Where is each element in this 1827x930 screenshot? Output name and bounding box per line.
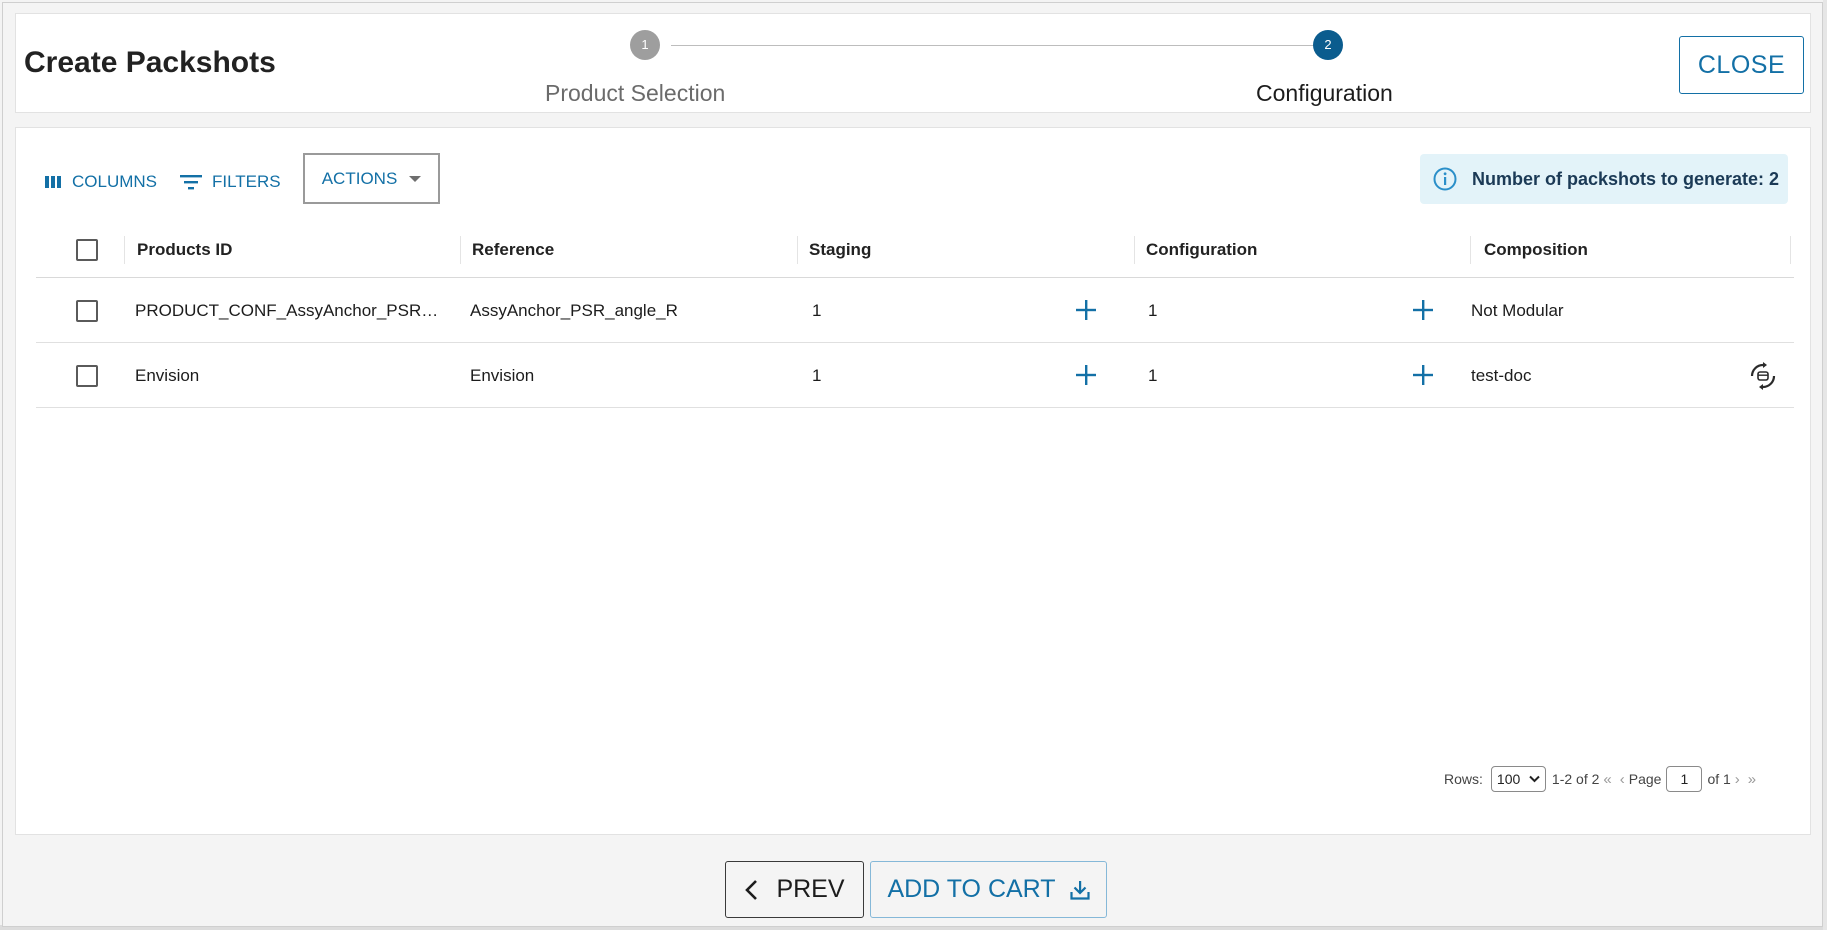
column-separator [124, 236, 125, 264]
row-checkbox[interactable] [76, 300, 98, 322]
column-separator [1134, 236, 1135, 264]
page-total-label: of 1 [1707, 771, 1731, 787]
column-separator [797, 236, 798, 264]
add-configuration-icon[interactable] [1412, 299, 1434, 321]
add-to-cart-label: ADD TO CART [887, 875, 1056, 903]
cell-product-id: Envision [135, 365, 200, 385]
dialog-header: Create Packshots 1 2 Product Selection C… [15, 13, 1811, 113]
configuration-panel: COLUMNS FILTERS ACTIONS Number of packsh… [15, 127, 1811, 835]
cell-product-id: PRODUCT_CONF_AssyAnchor_PSR… [135, 300, 439, 320]
column-header-configuration[interactable]: Configuration [1146, 222, 1257, 278]
cell-composition: test-doc [1471, 365, 1532, 385]
column-header-staging[interactable]: Staging [809, 222, 871, 278]
prev-button[interactable]: PREV [725, 861, 864, 918]
table-header: Products ID Reference Staging Configurat… [36, 222, 1794, 278]
cell-configuration: 1 [1148, 365, 1158, 385]
cell-staging: 1 [812, 365, 822, 385]
cell-reference: Envision [470, 365, 535, 385]
cell-staging: 1 [812, 300, 822, 320]
columns-icon [45, 176, 61, 188]
table-row[interactable]: PRODUCT_CONF_AssyAnchor_PSR… AssyAnchor_… [36, 278, 1794, 343]
step-2-indicator[interactable]: 2 [1313, 30, 1343, 60]
first-page-icon[interactable]: « [1603, 771, 1611, 788]
step-2-label[interactable]: Configuration [1256, 80, 1393, 107]
last-page-icon[interactable]: » [1748, 771, 1756, 788]
row-checkbox[interactable] [76, 365, 98, 387]
next-page-icon[interactable]: › [1735, 771, 1740, 788]
column-separator [1790, 236, 1791, 264]
columns-label: COLUMNS [72, 172, 158, 191]
column-separator [460, 236, 461, 264]
create-packshots-dialog: Create Packshots 1 2 Product Selection C… [2, 2, 1823, 927]
rows-per-page-value: 100 [1496, 771, 1521, 787]
select-all-checkbox[interactable] [76, 239, 98, 261]
cell-configuration: 1 [1148, 300, 1158, 320]
table-row[interactable]: Envision Envision 1 1 test-doc [36, 343, 1794, 408]
filters-label: FILTERS [212, 172, 281, 191]
page-label: Page [1628, 771, 1662, 787]
pagination-range: 1-2 of 2 [1551, 771, 1600, 787]
pagination: Rows: 100 1-2 of 2 « ‹ Page 1 of 1 › » [1444, 764, 1760, 794]
caret-down-icon [409, 175, 422, 182]
download-icon [1069, 880, 1090, 900]
add-configuration-icon[interactable] [1412, 364, 1434, 386]
filters-button[interactable]: FILTERS [180, 168, 281, 196]
page-number-input[interactable]: 1 [1666, 766, 1703, 792]
add-to-cart-button[interactable]: ADD TO CART [870, 861, 1107, 918]
step-1-indicator[interactable]: 1 [630, 30, 660, 60]
add-staging-icon[interactable] [1075, 364, 1097, 386]
filter-icon [180, 175, 202, 190]
add-staging-icon[interactable] [1075, 299, 1097, 321]
column-header-composition[interactable]: Composition [1484, 222, 1588, 278]
column-header-reference[interactable]: Reference [472, 222, 554, 278]
rows-per-page-label: Rows: [1444, 771, 1483, 787]
packshot-count-text: Number of packshots to generate: 2 [1472, 168, 1780, 189]
rows-per-page-select[interactable]: 100 [1490, 766, 1546, 792]
column-header-products-id[interactable]: Products ID [137, 222, 232, 278]
cell-composition: Not Modular [1471, 300, 1564, 320]
info-icon [1433, 167, 1457, 191]
packshot-count-banner: Number of packshots to generate: 2 [1420, 154, 1788, 204]
previous-page-icon[interactable]: ‹ [1620, 771, 1625, 788]
backdrop-edge-right [1823, 0, 1827, 930]
cell-reference: AssyAnchor_PSR_angle_R [470, 300, 678, 320]
loading-spinner-icon [1750, 362, 1776, 390]
actions-label: ACTIONS [321, 168, 398, 188]
column-separator [1470, 236, 1471, 264]
stepper-connector [671, 45, 1319, 46]
close-button[interactable]: CLOSE [1679, 36, 1804, 94]
columns-button[interactable]: COLUMNS [44, 168, 157, 196]
prev-label: PREV [776, 875, 845, 903]
actions-dropdown[interactable]: ACTIONS [303, 153, 440, 204]
step-1-label[interactable]: Product Selection [545, 80, 725, 107]
chevron-down-icon [1529, 775, 1540, 783]
dialog-title: Create Packshots [24, 46, 276, 79]
chevron-left-icon [745, 879, 758, 900]
